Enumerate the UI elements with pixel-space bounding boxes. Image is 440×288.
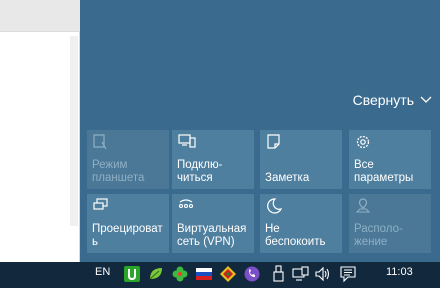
collapse-label: Свернуть	[352, 92, 414, 108]
background-window[interactable]	[0, 0, 80, 262]
gear-icon	[356, 135, 370, 149]
tile-project[interactable]: Проецироват ь	[87, 194, 169, 253]
leaf-icon[interactable]	[147, 265, 165, 283]
window-scrollbar[interactable]	[70, 36, 78, 226]
tile-label: Подклю- читься	[177, 159, 223, 184]
window-content[interactable]	[0, 31, 80, 262]
viber-icon[interactable]	[243, 265, 261, 283]
tile-location[interactable]: Располо- жение	[349, 194, 431, 253]
location-icon	[355, 198, 371, 213]
tile-connect[interactable]: Подклю- читься	[172, 130, 254, 189]
network-icon[interactable]	[292, 265, 310, 283]
tile-note[interactable]: Заметка	[260, 130, 342, 189]
moon-icon	[267, 198, 283, 214]
connect-icon	[178, 134, 196, 148]
tile-label: Не беспокоить	[265, 223, 326, 248]
tile-label: Располо- жение	[354, 223, 403, 248]
tile-tablet-mode[interactable]: Режим планшета	[87, 130, 169, 189]
tile-label: Режим планшета	[92, 159, 145, 184]
tile-label: Проецироват ь	[92, 223, 163, 248]
project-icon	[93, 198, 108, 210]
tile-vpn[interactable]: Виртуальная сеть (VPN)	[172, 194, 254, 253]
tile-label: Виртуальная сеть (VPN)	[177, 223, 247, 248]
usb-icon[interactable]	[270, 265, 288, 283]
notifications-icon[interactable]	[339, 265, 357, 283]
collapse-button[interactable]: Свернуть	[353, 92, 432, 108]
window-titlebar[interactable]	[0, 0, 80, 31]
tablet-mode-icon	[93, 134, 107, 150]
input-language-indicator[interactable]: EN	[95, 266, 110, 278]
volume-icon[interactable]	[314, 265, 332, 283]
clover-icon[interactable]	[171, 265, 189, 283]
note-icon	[267, 134, 280, 149]
taskbar: EN 11:03	[0, 262, 440, 288]
vpn-icon	[178, 199, 194, 209]
chevron-down-icon	[420, 96, 432, 103]
tile-do-not-disturb[interactable]: Не беспокоить	[260, 194, 342, 253]
tile-label: Заметка	[265, 172, 310, 184]
diamond-icon[interactable]	[219, 265, 237, 283]
tile-label: Все параметры	[354, 159, 414, 184]
utorrent-icon[interactable]	[123, 265, 141, 283]
action-center-panel: Свернуть Режим планшета Подклю- читься З…	[80, 0, 440, 262]
tile-all-settings[interactable]: Все параметры	[349, 130, 431, 189]
flag-icon[interactable]	[195, 265, 213, 283]
clock[interactable]: 11:03	[386, 266, 413, 278]
